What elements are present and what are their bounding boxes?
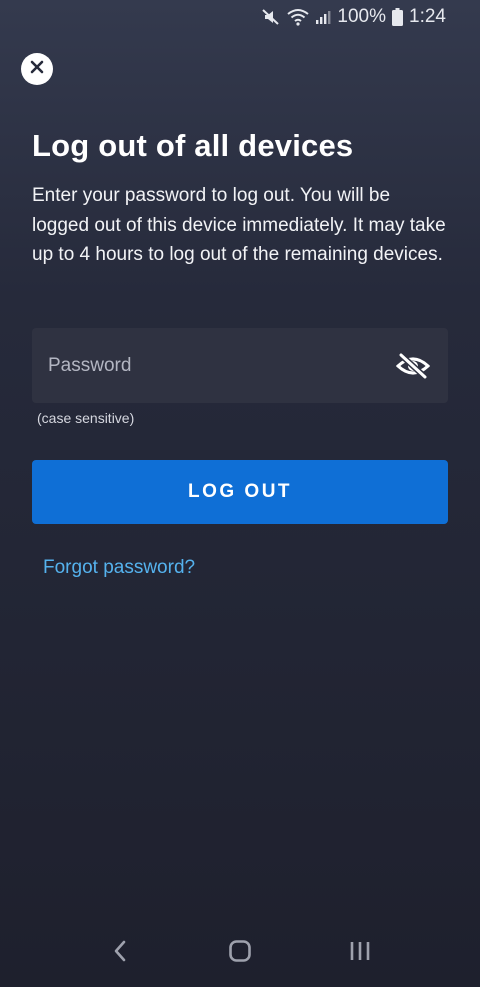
wifi-icon xyxy=(287,8,310,26)
back-icon xyxy=(112,939,128,968)
status-bar: 100% 1:24 xyxy=(0,0,480,34)
battery-icon xyxy=(392,8,404,26)
mute-icon xyxy=(261,8,281,26)
nav-back-button[interactable] xyxy=(90,928,150,978)
home-icon xyxy=(228,939,252,968)
clock: 1:24 xyxy=(409,6,446,27)
nav-home-button[interactable] xyxy=(210,928,270,978)
password-input[interactable] xyxy=(48,354,396,377)
recents-icon xyxy=(348,939,372,968)
signal-icon xyxy=(315,9,331,25)
page-description: Enter your password to log out. You will… xyxy=(32,185,446,265)
password-field[interactable] xyxy=(32,328,448,403)
eye-off-icon[interactable] xyxy=(396,352,430,379)
close-icon xyxy=(30,60,44,79)
logout-button[interactable]: LOG OUT xyxy=(32,460,448,524)
page-title: Log out of all devices xyxy=(32,128,354,163)
password-hint: (case sensitive) xyxy=(37,410,135,426)
battery-percent: 100% xyxy=(337,6,387,27)
nav-recents-button[interactable] xyxy=(330,928,390,978)
close-button[interactable] xyxy=(21,53,53,85)
forgot-password-link[interactable]: Forgot password? xyxy=(43,557,195,579)
system-nav-bar xyxy=(0,919,480,987)
